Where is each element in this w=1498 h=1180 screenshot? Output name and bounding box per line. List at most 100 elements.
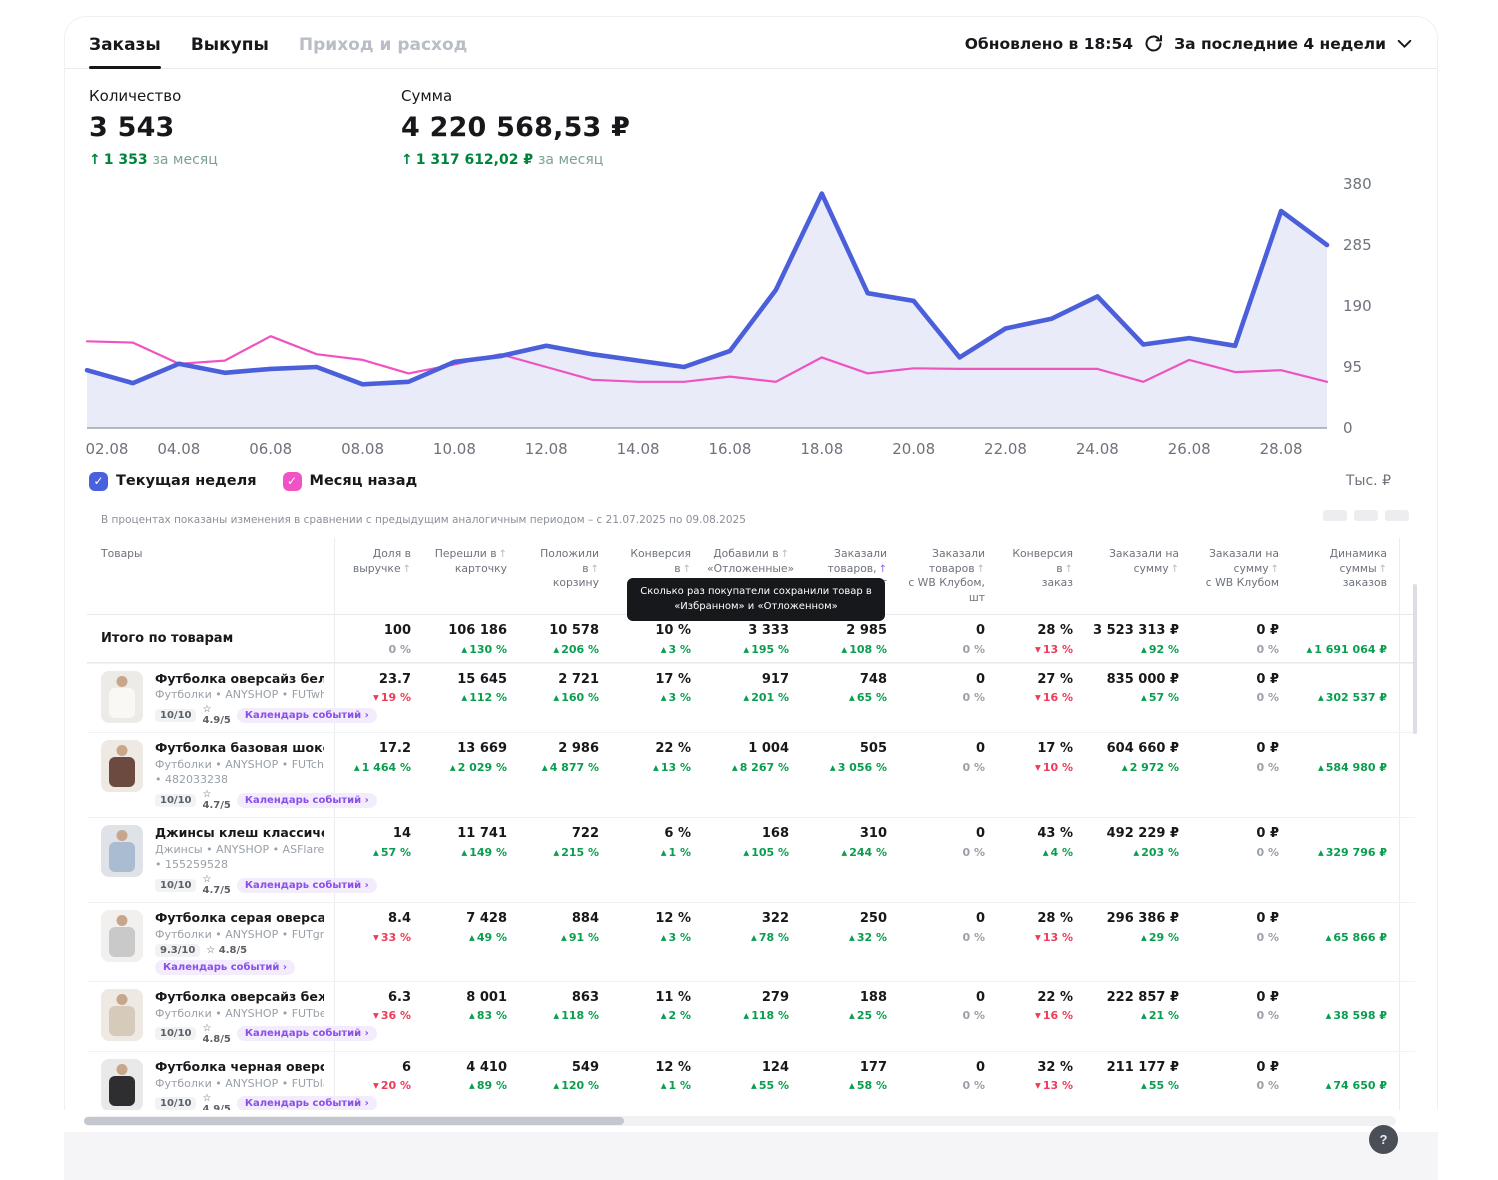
table-cell: 211 177 ₽▲55 % bbox=[1085, 1052, 1191, 1110]
horizontal-scrollbar-track[interactable] bbox=[84, 1116, 1396, 1126]
svg-text:28.08: 28.08 bbox=[1260, 440, 1303, 458]
table-cell: 0 ₽0 % bbox=[1191, 1052, 1291, 1110]
header-controls: Обновлено в 18:54 За последние 4 недели bbox=[965, 33, 1413, 68]
events-calendar-chip[interactable]: Календарь событий › bbox=[155, 960, 295, 975]
totals-title: Итого по товарам bbox=[87, 615, 335, 661]
table-cell: 917▲201 % bbox=[703, 664, 801, 733]
product-photo-figure bbox=[117, 915, 128, 926]
table-row[interactable]: Футболка оверсайз белая хлопок одно...Фу… bbox=[87, 663, 1415, 733]
stat-count: Количество 3 543 ↑1 353 за месяц bbox=[89, 87, 401, 168]
table-cell: 0 ₽0 % bbox=[1191, 982, 1291, 1051]
product-cell[interactable]: Футболка базовая шоколадная хлопок...Фут… bbox=[87, 733, 335, 817]
table-cell: ▲1 691 064 ₽ bbox=[1291, 615, 1399, 661]
product-meta: Футболки • ANYSHOP • FUTbeige • 24240355… bbox=[155, 1007, 324, 1020]
product-cell[interactable]: Футболка оверсайз бежевая хлопок п...Фут… bbox=[87, 982, 335, 1051]
product-meta: Футболки • ANYSHOP • FUTblack • 24241301… bbox=[155, 1077, 324, 1090]
tab-orders[interactable]: Заказы bbox=[89, 35, 161, 68]
table-cell: 00 % bbox=[899, 818, 997, 902]
checkbox-checked-icon[interactable]: ✓ bbox=[89, 472, 108, 491]
legend-current-week[interactable]: ✓ Текущая неделя bbox=[89, 472, 257, 491]
column-header[interactable]: Конверсия в↑заказ bbox=[997, 538, 1085, 614]
page-bottom-strip bbox=[64, 1132, 1438, 1180]
product-cell[interactable]: Джинсы клеш классические с высокой...Джи… bbox=[87, 818, 335, 902]
table-cell: 22 %▲13 % bbox=[611, 733, 703, 817]
table-row[interactable]: Футболка базовая шоколадная хлопок...Фут… bbox=[87, 732, 1415, 817]
product-title: Футболка черная оверсайз хлопок одн... bbox=[155, 1059, 324, 1075]
table-cell: 748▲65 % bbox=[801, 664, 899, 733]
table-cell: 15 645▲112 % bbox=[423, 664, 519, 733]
table-cell: 43 %▲4 % bbox=[997, 818, 1085, 902]
table-row[interactable]: Футболка серая оверсайз хлопок одно...Фу… bbox=[87, 902, 1415, 981]
loading-placeholder bbox=[1323, 510, 1409, 521]
products-table-section: В процентах показаны изменения в сравнен… bbox=[87, 514, 1417, 1110]
table-cell: ▲329 796 ₽ bbox=[1291, 818, 1399, 902]
content-score-badge: 10/10 bbox=[155, 1097, 196, 1110]
column-header[interactable]: Заказали на сумму↑с WB Клубом bbox=[1191, 538, 1291, 614]
content-score-badge: 10/10 bbox=[155, 794, 196, 807]
tab-buyouts[interactable]: Выкупы bbox=[191, 35, 269, 68]
table-cell: 32 %▼13 % bbox=[997, 1052, 1085, 1110]
svg-text:04.08: 04.08 bbox=[157, 440, 200, 458]
table-cell: ▲302 537 ₽ bbox=[1291, 664, 1399, 733]
svg-text:02.08: 02.08 bbox=[86, 440, 129, 458]
product-cell[interactable]: Футболка оверсайз белая хлопок одно...Фу… bbox=[87, 664, 335, 733]
table-cell: 6.3▼36 % bbox=[335, 982, 423, 1051]
table-cell: 604 660 ₽▲2 972 % bbox=[1085, 733, 1191, 817]
table-cell: 549▲120 % bbox=[519, 1052, 611, 1110]
table-cell: 23.7▼19 % bbox=[335, 664, 423, 733]
arrow-up-icon: ↑ bbox=[89, 152, 101, 168]
table-cell: 00 % bbox=[899, 982, 997, 1051]
table-row[interactable]: Футболка черная оверсайз хлопок одн... Фу… bbox=[87, 1051, 1415, 1110]
table-cell: 310▲244 % bbox=[801, 818, 899, 902]
table-cell: 3 333▲195 % bbox=[703, 615, 801, 661]
table-cell: 28 %▼13 % bbox=[997, 903, 1085, 981]
totals-row: Итого по товарам1000 %106 186▲130 %10 57… bbox=[87, 614, 1415, 662]
help-button[interactable]: ? bbox=[1369, 1125, 1398, 1154]
table-note: В процентах показаны изменения в сравнен… bbox=[87, 514, 1417, 526]
updated-label: Обновлено в 18:54 bbox=[965, 35, 1133, 53]
table-cell: 00 % bbox=[899, 664, 997, 733]
product-photo-figure bbox=[117, 676, 128, 687]
line-chart[interactable]: 09519028538002.0804.0806.0808.0810.0812.… bbox=[81, 172, 1411, 464]
vertical-scrollbar[interactable] bbox=[1413, 584, 1417, 734]
table-cell: 0 ₽0 % bbox=[1191, 664, 1291, 733]
sort-arrow-icon: ↑ bbox=[781, 549, 789, 560]
legend-month-ago[interactable]: ✓ Месяц назад bbox=[283, 472, 418, 491]
svg-text:18.08: 18.08 bbox=[800, 440, 843, 458]
svg-text:22.08: 22.08 bbox=[984, 440, 1027, 458]
table-cell: 12 %▲1 % bbox=[611, 1052, 703, 1110]
sort-arrow-icon: ↑ bbox=[977, 564, 985, 575]
table-cell: 2 985▲108 % bbox=[801, 615, 899, 661]
product-photo-figure bbox=[117, 745, 128, 756]
table-row[interactable]: Футболка оверсайз бежевая хлопок п...Фут… bbox=[87, 981, 1415, 1051]
column-header[interactable]: Заказали товаров↑с WB Клубом, шт bbox=[899, 538, 997, 614]
table-cell: 28 %▼13 % bbox=[997, 615, 1085, 661]
svg-text:26.08: 26.08 bbox=[1168, 440, 1211, 458]
table-cell: 279▲118 % bbox=[703, 982, 801, 1051]
column-header[interactable]: Положили в↑корзину bbox=[519, 538, 611, 614]
orders-chart: 09519028538002.0804.0806.0808.0810.0812.… bbox=[81, 172, 1425, 468]
chevron-down-icon[interactable] bbox=[1396, 35, 1413, 52]
svg-text:24.08: 24.08 bbox=[1076, 440, 1119, 458]
table-cell: 10 %▲3 % bbox=[611, 615, 703, 661]
horizontal-scrollbar-thumb[interactable] bbox=[84, 1117, 624, 1125]
column-header[interactable]: Динамика суммы↑заказов bbox=[1291, 538, 1399, 614]
period-selector[interactable]: За последние 4 недели bbox=[1174, 35, 1386, 53]
product-meta: Футболки • ANYSHOP • FUTwhite • 24224330… bbox=[155, 688, 324, 701]
column-header[interactable]: Перешли в↑карточку bbox=[423, 538, 519, 614]
product-photo-figure bbox=[117, 1064, 128, 1075]
column-header[interactable]: Заказали на сумму↑ bbox=[1085, 538, 1191, 614]
tab-income-expense[interactable]: Приход и расход bbox=[299, 35, 468, 68]
table-row[interactable]: Джинсы клеш классические с высокой...Джи… bbox=[87, 817, 1415, 902]
product-id: • 155259528 bbox=[155, 858, 324, 871]
table-cell: 22 %▼16 % bbox=[997, 982, 1085, 1051]
column-header[interactable]: Доля в выручке↑ bbox=[335, 538, 423, 614]
table-cell: 10 578▲206 % bbox=[519, 615, 611, 661]
table-cell: 00 % bbox=[899, 615, 997, 661]
checkbox-checked-icon[interactable]: ✓ bbox=[283, 472, 302, 491]
table-cell: 27 %▼16 % bbox=[997, 664, 1085, 733]
product-cell[interactable]: Футболка черная оверсайз хлопок одн... Фу… bbox=[87, 1052, 335, 1110]
refresh-icon[interactable] bbox=[1143, 33, 1164, 54]
table-cell: 17.2▲1 464 % bbox=[335, 733, 423, 817]
product-cell[interactable]: Футболка серая оверсайз хлопок одно...Фу… bbox=[87, 903, 335, 981]
